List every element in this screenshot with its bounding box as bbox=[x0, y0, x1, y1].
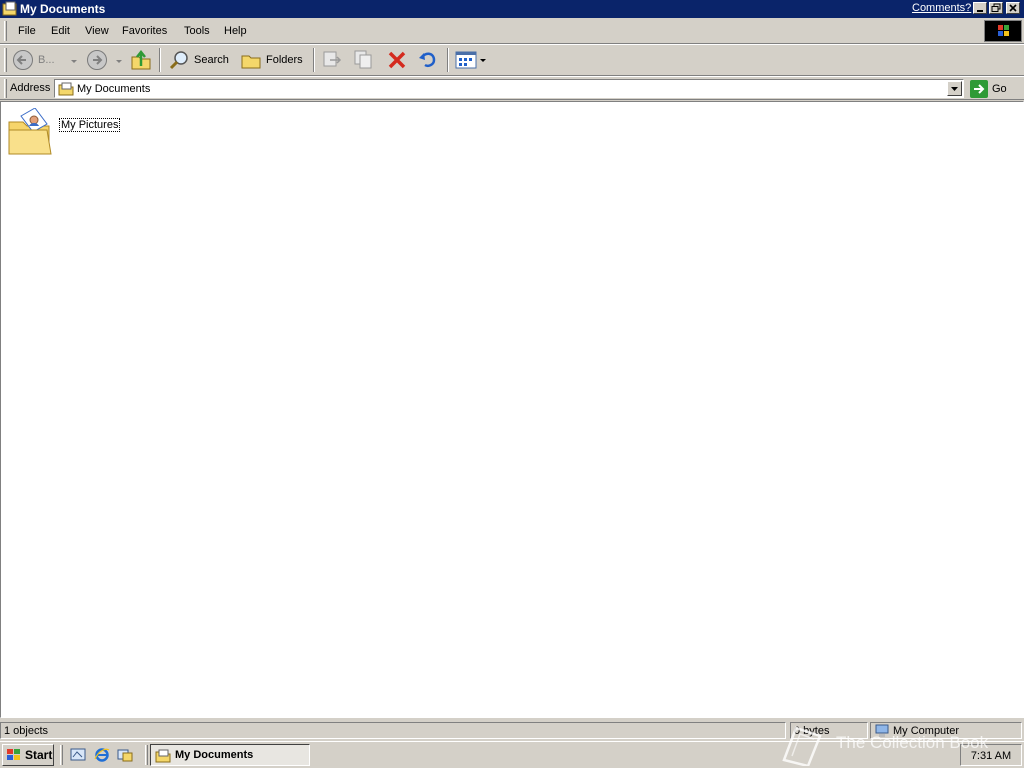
status-bar: 1 objects 0 bytes My Computer bbox=[0, 720, 1024, 740]
toolbar-grip[interactable] bbox=[4, 48, 7, 72]
go-label: Go bbox=[992, 82, 1007, 95]
toolbar-separator bbox=[313, 48, 315, 72]
status-objects: 1 objects bbox=[0, 722, 786, 739]
toolbar-separator bbox=[159, 48, 161, 72]
windows-logo bbox=[984, 20, 1022, 42]
search-icon bbox=[169, 51, 188, 70]
address-input[interactable]: My Documents bbox=[54, 79, 964, 98]
menu-help[interactable]: Help bbox=[224, 25, 247, 37]
search-button[interactable]: Search bbox=[168, 48, 229, 72]
quicklaunch-grip[interactable] bbox=[60, 745, 63, 765]
folder-icon bbox=[155, 749, 171, 762]
file-list-pane[interactable]: My Pictures bbox=[0, 101, 1024, 718]
menu-edit[interactable]: Edit bbox=[51, 25, 70, 37]
move-to-icon[interactable] bbox=[320, 48, 344, 72]
status-zone: My Computer bbox=[870, 722, 1022, 739]
show-desktop-icon[interactable] bbox=[70, 747, 86, 763]
folder-item-label: My Pictures bbox=[59, 118, 121, 132]
menu-file[interactable]: File bbox=[18, 25, 36, 37]
minimize-icon bbox=[977, 10, 983, 12]
chevron-down-icon bbox=[951, 87, 958, 91]
folder-icon bbox=[2, 1, 17, 16]
status-size: 0 bytes bbox=[790, 722, 868, 739]
copy-to-icon[interactable] bbox=[352, 48, 376, 72]
comments-link[interactable]: Comments? bbox=[912, 2, 971, 14]
folders-label: Folders bbox=[266, 54, 303, 66]
back-label: B... bbox=[38, 54, 55, 66]
folders-icon bbox=[241, 55, 261, 69]
up-folder-icon[interactable] bbox=[129, 48, 153, 72]
forward-arrow-icon[interactable] bbox=[85, 48, 109, 72]
address-grip[interactable] bbox=[4, 79, 7, 98]
my-documents-folder-icon bbox=[58, 82, 74, 96]
windows-flag-icon bbox=[7, 749, 20, 760]
taskbar-button-my-documents[interactable]: My Documents bbox=[150, 744, 310, 766]
go-button[interactable]: Go bbox=[970, 79, 1007, 98]
close-icon bbox=[1009, 4, 1017, 12]
back-arrow-icon bbox=[13, 50, 33, 70]
windows-flag-icon bbox=[998, 25, 1009, 36]
standard-toolbar: B... Search Folders bbox=[0, 44, 1024, 76]
menu-grip[interactable] bbox=[4, 21, 7, 41]
system-tray: 7:31 AM bbox=[960, 744, 1022, 766]
address-bar: Address My Documents Go bbox=[0, 76, 1024, 100]
menu-favorites[interactable]: Favorites bbox=[122, 25, 167, 37]
taskbar: Start My Documents 7:31 AM bbox=[0, 741, 1024, 768]
status-zone-label: My Computer bbox=[893, 725, 960, 737]
clock[interactable]: 7:31 AM bbox=[971, 750, 1011, 762]
restore-button[interactable] bbox=[989, 2, 1003, 14]
toolbar-separator bbox=[447, 48, 449, 72]
delete-icon[interactable] bbox=[385, 48, 409, 72]
explorer-icon[interactable] bbox=[117, 747, 133, 763]
forward-dropdown-icon[interactable] bbox=[115, 48, 123, 72]
start-button[interactable]: Start bbox=[2, 744, 54, 766]
back-dropdown-icon[interactable] bbox=[70, 48, 78, 72]
minimize-button[interactable] bbox=[973, 2, 987, 14]
restore-icon bbox=[991, 3, 1001, 12]
window-title: My Documents bbox=[20, 2, 106, 16]
close-button[interactable] bbox=[1006, 2, 1020, 14]
folders-button[interactable]: Folders bbox=[240, 48, 303, 72]
taskbar-grip[interactable] bbox=[145, 745, 148, 765]
address-label: Address bbox=[10, 82, 51, 94]
menu-view[interactable]: View bbox=[85, 25, 109, 37]
title-bar[interactable]: My Documents Comments? bbox=[0, 0, 1024, 18]
address-dropdown-button[interactable] bbox=[947, 81, 962, 96]
search-label: Search bbox=[194, 54, 229, 66]
back-button[interactable]: B... bbox=[12, 48, 55, 72]
go-arrow-icon bbox=[970, 79, 988, 98]
folder-item-my-pictures[interactable]: My Pictures bbox=[7, 108, 121, 156]
taskbar-button-label: My Documents bbox=[175, 749, 254, 761]
menu-tools[interactable]: Tools bbox=[184, 25, 210, 37]
menu-bar: File Edit View Favorites Tools Help bbox=[0, 18, 1024, 44]
address-value: My Documents bbox=[77, 83, 151, 95]
views-icon[interactable] bbox=[454, 48, 488, 72]
undo-icon[interactable] bbox=[416, 48, 440, 72]
internet-explorer-icon[interactable] bbox=[94, 747, 110, 763]
my-pictures-folder-icon bbox=[8, 108, 52, 155]
start-label: Start bbox=[25, 748, 53, 762]
computer-icon bbox=[875, 724, 889, 737]
